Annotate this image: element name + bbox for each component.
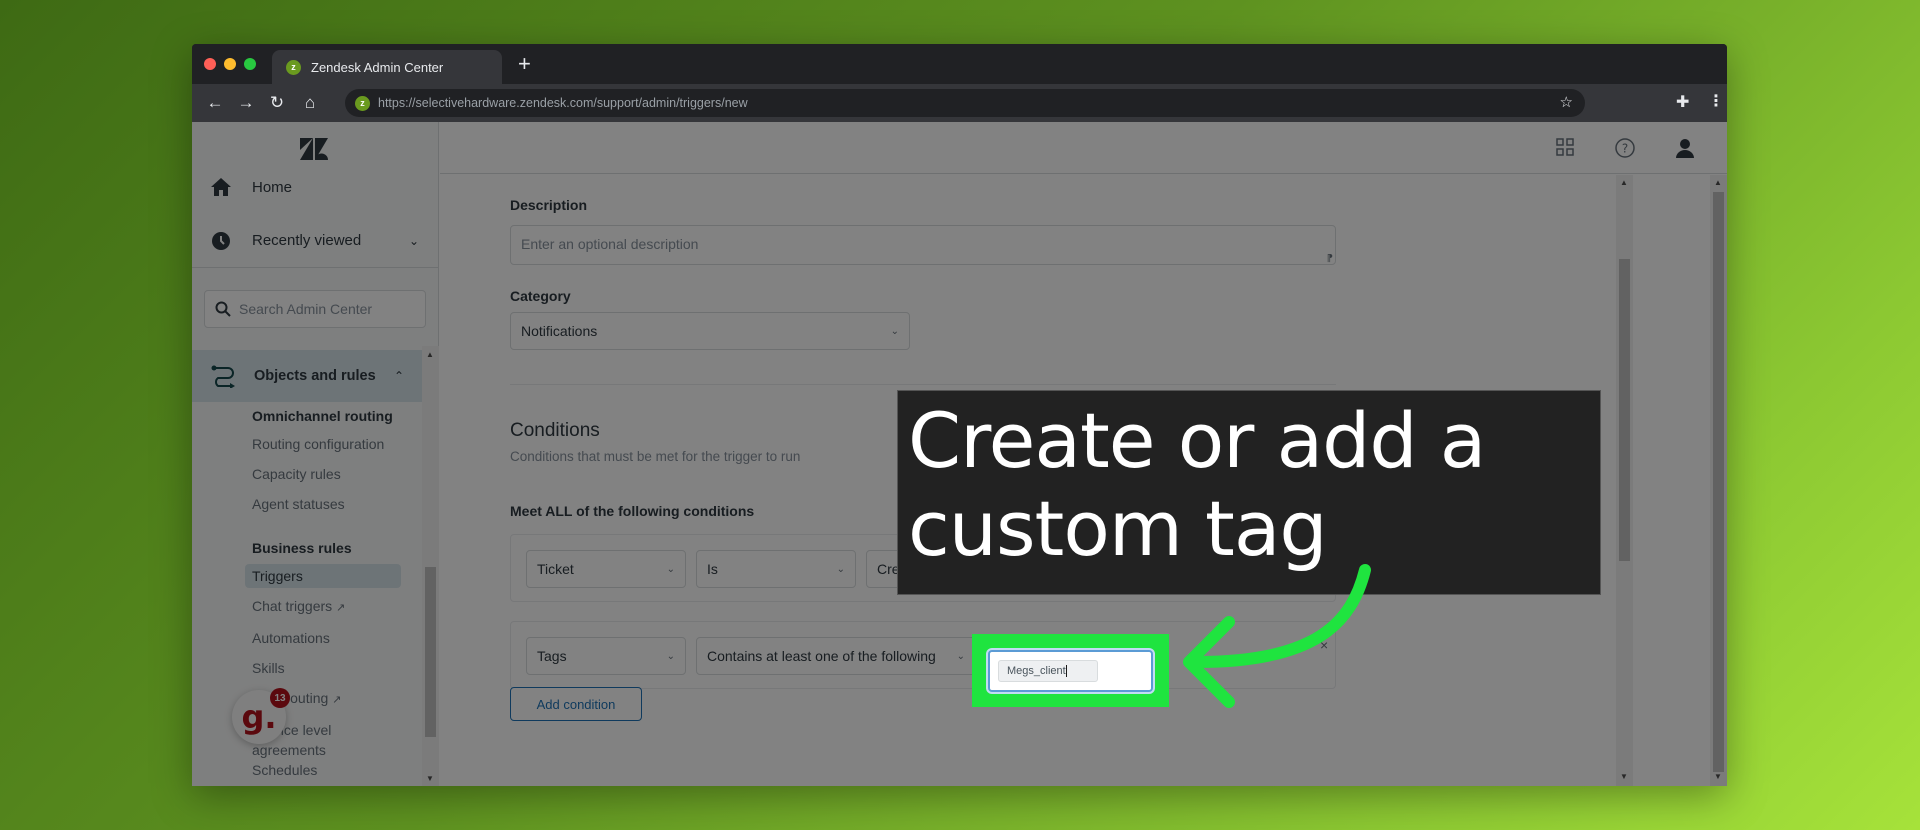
products-grid-icon[interactable]: [1556, 138, 1574, 156]
sidebar-item-capacity-rules[interactable]: Capacity rules: [252, 466, 341, 482]
callout-line-2: custom tag: [908, 484, 1328, 573]
tab-title: Zendesk Admin Center: [311, 59, 444, 75]
add-condition-button[interactable]: Add condition: [510, 687, 642, 721]
zendesk-page: Home Recently viewed ⌄ Search Admin Cent…: [192, 122, 1727, 786]
user-profile-icon[interactable]: [1675, 138, 1695, 158]
clock-icon: [212, 231, 230, 250]
page-scrollbar-thumb[interactable]: [1713, 192, 1724, 772]
close-window-button[interactable]: [204, 58, 216, 70]
browser-tab[interactable]: z Zendesk Admin Center: [272, 50, 502, 84]
callout-line-1: Create or add a: [908, 396, 1486, 485]
browser-menu-icon[interactable]: ⋮: [1708, 91, 1724, 111]
sidebar-item-objects-and-rules[interactable]: Objects and rules ⌃: [192, 350, 422, 402]
chevron-down-icon: ⌄: [666, 563, 675, 575]
condition-operator-select[interactable]: Is ⌄: [696, 550, 856, 588]
conditions-heading: Conditions: [510, 420, 600, 441]
scroll-up-arrow-icon[interactable]: ▲: [1714, 178, 1722, 187]
scroll-down-arrow-icon[interactable]: ▼: [1714, 772, 1722, 781]
chevron-down-icon: ⌄: [836, 563, 845, 575]
minimize-window-button[interactable]: [224, 58, 236, 70]
sidebar-item-label: Recently viewed: [252, 232, 362, 249]
search-placeholder: Search Admin Center: [239, 301, 373, 317]
url-text: https://selectivehardware.zendesk.com/su…: [378, 96, 748, 110]
tag-input[interactable]: Megs_client: [988, 650, 1153, 692]
zendesk-logo-icon[interactable]: [300, 138, 328, 160]
sidebar-group-heading: Omnichannel routing: [252, 408, 393, 424]
extensions-puzzle-icon[interactable]: ✚: [1676, 92, 1689, 112]
resize-handle-icon[interactable]: ⁋: [1327, 253, 1333, 264]
chevron-up-icon[interactable]: ⌃: [394, 369, 404, 383]
sidebar-item-schedules[interactable]: Schedules: [252, 762, 317, 778]
sidebar-item-routing-configuration[interactable]: Routing configuration: [252, 436, 384, 452]
condition-operator-select[interactable]: Contains at least one of the following ⌄: [696, 637, 976, 675]
chevron-down-icon: ⌄: [956, 650, 965, 662]
sidebar-item-label: Home: [252, 178, 293, 196]
admin-sidebar: Home Recently viewed ⌄ Search Admin Cent…: [192, 122, 439, 786]
scroll-down-arrow-icon[interactable]: ▼: [1620, 772, 1628, 781]
sidebar-item-home[interactable]: Home: [192, 162, 439, 212]
back-icon[interactable]: ←: [204, 92, 226, 114]
select-value: Tags: [537, 648, 567, 664]
external-link-icon: ↗: [332, 694, 342, 706]
text-caret: [1065, 665, 1067, 678]
category-label: Category: [510, 288, 571, 304]
section-divider: [510, 384, 1336, 385]
sidebar-item-chat-triggers[interactable]: Chat triggers ↗: [252, 598, 345, 614]
search-icon: [215, 301, 231, 317]
select-value: Contains at least one of the following: [707, 648, 936, 664]
browser-toolbar: ← → ↻ ⌂ z https://selectivehardware.zend…: [192, 84, 1727, 122]
select-value: Is: [707, 561, 718, 577]
maximize-window-button[interactable]: [244, 58, 256, 70]
sidebar-group-heading: Business rules: [252, 540, 352, 556]
content-scrollbar-thumb[interactable]: [1619, 259, 1630, 561]
sidebar-section-label: Objects and rules: [254, 368, 376, 384]
tag-chip[interactable]: Megs_client: [998, 660, 1098, 682]
bookmark-star-icon[interactable]: ☆: [1560, 93, 1573, 111]
zendesk-favicon-icon: z: [286, 59, 301, 75]
browser-window: z Zendesk Admin Center + ← → ↻ ⌂ z https…: [192, 44, 1727, 786]
objects-rules-icon: [211, 365, 235, 388]
main-header: ?: [440, 122, 1727, 174]
tag-value: Megs_client: [1007, 665, 1066, 677]
home-icon: [211, 178, 231, 196]
sidebar-item-agent-statuses[interactable]: Agent statuses: [252, 496, 345, 512]
forward-icon[interactable]: →: [235, 92, 257, 114]
pointer-arrow-icon: [1183, 564, 1371, 708]
chevron-down-icon: ⌄: [890, 325, 899, 337]
category-select[interactable]: Notifications ⌄: [510, 312, 910, 350]
address-bar[interactable]: z https://selectivehardware.zendesk.com/…: [345, 89, 1585, 117]
external-link-icon: ↗: [336, 602, 346, 614]
category-value: Notifications: [521, 323, 598, 339]
scroll-down-arrow-icon[interactable]: ▼: [426, 774, 434, 783]
svg-text:?: ?: [1622, 142, 1628, 156]
reload-icon[interactable]: ↻: [266, 92, 288, 114]
sidebar-item-skills[interactable]: Skills: [252, 660, 285, 676]
help-icon[interactable]: ?: [1615, 138, 1635, 158]
chevron-down-icon: ⌄: [408, 233, 419, 248]
scroll-up-arrow-icon[interactable]: ▲: [426, 350, 434, 359]
description-label: Description: [510, 197, 588, 213]
sidebar-item-triggers[interactable]: Triggers: [245, 564, 401, 588]
condition-field-select[interactable]: Tags ⌄: [526, 637, 686, 675]
sidebar-item-recently-viewed[interactable]: Recently viewed ⌄: [192, 214, 439, 268]
home-icon[interactable]: ⌂: [299, 92, 321, 114]
sidebar-item-automations[interactable]: Automations: [252, 630, 330, 646]
condition-field-select[interactable]: Ticket ⌄: [526, 550, 686, 588]
select-value: Ticket: [537, 561, 574, 577]
scroll-up-arrow-icon[interactable]: ▲: [1620, 178, 1628, 187]
notification-count-badge: 13: [270, 688, 290, 708]
meet-all-label: Meet ALL of the following conditions: [510, 503, 755, 519]
sidebar-scrollbar-thumb[interactable]: [425, 567, 436, 737]
site-favicon-icon: z: [355, 95, 370, 111]
description-textarea[interactable]: Enter an optional description ⁋: [510, 225, 1336, 265]
chevron-down-icon: ⌄: [666, 650, 675, 662]
sidebar-item-label: Chat triggers: [252, 598, 333, 614]
search-admin-input[interactable]: Search Admin Center: [204, 290, 426, 328]
tab-strip: z Zendesk Admin Center +: [192, 44, 1727, 84]
new-tab-button[interactable]: +: [518, 52, 531, 76]
conditions-description: Conditions that must be met for the trig…: [510, 449, 801, 464]
description-placeholder: Enter an optional description: [521, 236, 699, 252]
